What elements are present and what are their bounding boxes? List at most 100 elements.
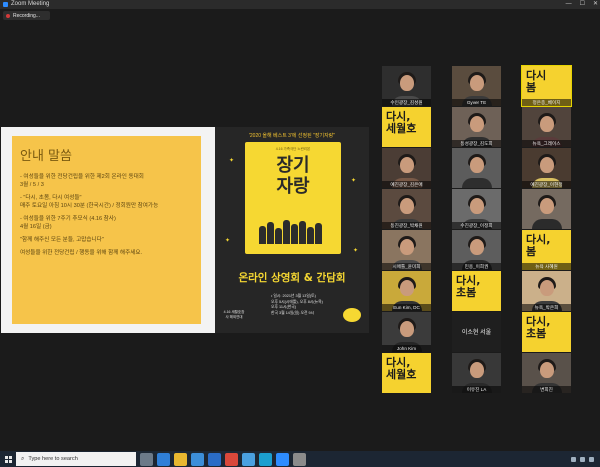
participant-face [469,157,484,173]
window-title: Zoom Meeting [11,1,50,7]
mail-icon[interactable] [208,452,221,466]
participant-tile[interactable]: 예진광장_이현정 [522,148,571,188]
participant-video-poster: 다시, 세월호 [382,353,431,393]
search-icon: ⌕ [21,455,25,462]
participant-name: Gyver TE [452,99,501,106]
participant-tile[interactable]: 뉴욕_그레이스 [522,107,571,147]
participant-video-poster: 다시, 초봄 [522,312,571,352]
start-button[interactable] [0,451,16,467]
participant-tile[interactable]: 시애틀_윤미희 [382,230,431,270]
taskbar-apps [136,452,306,466]
participant-body [531,219,562,229]
participant-name: 이유진 LA [452,386,501,393]
search-placeholder: Type here to search [28,456,78,462]
poster-logo-right [343,308,361,322]
participant-tile[interactable]: Gyver TE [452,66,501,106]
event-poster: '2020 올해 베스트 3'에 선정된 "장기자랑" ✦ ✦ ✦ ✦ 4.16… [215,127,369,333]
edge-2-icon[interactable] [259,452,272,466]
participant-tile[interactable]: 이유진 LA [452,353,501,393]
notice-paragraph: - "다시, 초봄, 다시 여성들" 매주 토요일 아침 10시 30분 (한국… [20,195,159,209]
notice-paragraph: - 여성들을 위한 7주기 추모식 (4.16 참사) 4월 16일 (금) [20,216,116,230]
participant-tile[interactable]: 다시, 세월호 [382,107,431,147]
poster-text: 다시, 초봄 [456,274,481,299]
file-explorer-icon[interactable] [174,452,187,466]
store-icon[interactable] [191,452,204,466]
record-dot-icon [6,13,10,18]
participant-name: 정은종_베이지 [522,99,571,106]
poster-text: 다시, 봄 [526,233,551,258]
poster-card: 4.16 가족극단 노란리본 장기 자랑 [245,142,341,254]
tray-icon[interactable] [589,456,594,462]
participant-tile[interactable]: 동성광장_김도희 [452,107,501,147]
participant-name: 동진광장_박채원 [382,222,431,229]
tray-icon[interactable] [571,456,576,462]
poster-info: • 일시: 2021년 3월 13일(토) 오후 5시(시애틀), 오후 8시(… [271,294,323,315]
participant-tile[interactable]: 수진광장_이정희 [452,189,501,229]
participant-tile[interactable] [452,148,501,188]
zoom-icon[interactable] [276,452,289,466]
participant-face [539,280,554,296]
poster-text: 다시, 세월호 [386,110,417,135]
participant-tile[interactable]: 뉴욕_박은희 [522,271,571,311]
maximize-button[interactable]: ☐ [580,0,585,9]
participant-face [539,157,554,173]
participant-tile[interactable]: 다시, 초봄 [452,271,501,311]
poster-text: 다시 봄 [526,69,547,94]
zoom-app-icon [3,2,8,7]
sparkle-icon: ✦ [229,158,235,164]
participant-tile[interactable]: 다시, 초봄 [522,312,571,352]
participant-tile[interactable]: 다시, 세월호 [382,353,431,393]
participant-tile[interactable]: 민용_이희권 [452,230,501,270]
participant-name: 시애틀_윤미희 [382,263,431,270]
participant-face [539,116,554,132]
participant-tile[interactable]: Eun Kim, DC [382,271,431,311]
task-view-icon[interactable] [140,452,153,466]
participant-tile[interactable]: 수인광장_김성원 [382,66,431,106]
participant-tile[interactable]: 예진광장_김은애 [382,148,431,188]
participant-tile[interactable]: 이소현 서울 [452,312,501,352]
poster-card-subtitle: 4.16 가족극단 노란리본 [275,147,311,151]
participant-name: 수진광장_이정희 [452,222,501,229]
poster-main-title: 온라인 상영회 & 간담회 [238,272,346,284]
participant-face [539,198,554,214]
recording-label: Recording... [13,12,40,19]
participant-face [469,198,484,214]
participant-tile[interactable]: 다시 봄정은종_베이지 [521,65,572,107]
minimize-button[interactable]: — [566,0,572,9]
window-controls: — ☐ ✕ [566,0,598,9]
participant-face [469,116,484,132]
chrome-icon[interactable] [225,452,238,466]
participant-name: 민용_이희권 [452,263,501,270]
zoom-window: Zoom Meeting — ☐ ✕ Recording... 안내 말씀 - … [0,0,600,467]
participant-name: 변희진 [522,386,571,393]
participant-face [399,75,414,91]
participant-face [539,362,554,378]
participant-face [469,75,484,91]
participant-name: 수인광장_김성원 [382,99,431,106]
participant-tile[interactable]: 동진광장_박채원 [382,189,431,229]
participant-face [399,280,414,296]
tray-icon[interactable] [580,456,585,462]
participant-face [469,362,484,378]
participant-name: 뉴욕_박은희 [522,304,571,311]
participant-name: John Kim [382,345,431,352]
settings-icon[interactable] [293,452,306,466]
participant-name: 뉴욕_그레이스 [522,140,571,147]
sparkle-icon: ✦ [351,178,357,184]
poster-text: 다시, 세월호 [386,356,417,381]
poster-card-title-line: 장기 [276,155,310,176]
participant-video-poster: 다시, 세월호 [382,107,431,147]
sparkle-icon: ✦ [353,248,359,254]
close-button[interactable]: ✕ [593,0,598,9]
notice-paragraph: 여성들을 위한 전당건립 / 행동을 위해 함께 해주세요. [20,250,143,256]
participant-tile[interactable]: 다시, 봄 뉴욕 사혜원 [522,230,571,270]
participant-tile[interactable] [522,189,571,229]
edge-icon[interactable] [157,452,170,466]
participant-tile[interactable]: John Kim [382,312,431,352]
photos-icon[interactable] [242,452,255,466]
poster-card-title: 장기 자랑 [245,155,341,197]
taskbar-search[interactable]: ⌕ Type here to search [16,452,136,466]
poster-text: 다시, 초봄 [526,315,551,340]
recording-indicator[interactable]: Recording... [3,11,50,20]
participant-tile[interactable]: 변희진 [522,353,571,393]
